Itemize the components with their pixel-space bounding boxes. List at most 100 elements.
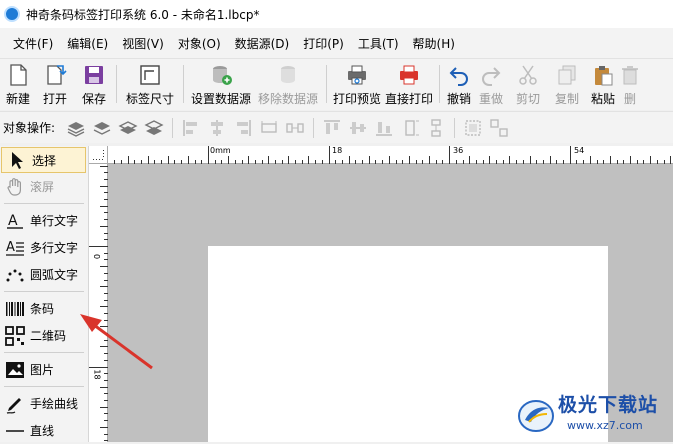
tool-select-label: 选择 bbox=[32, 153, 57, 168]
tool-multi-line-text[interactable]: A 多行文字 bbox=[0, 234, 88, 261]
set-datasource-button[interactable]: 设置数据源 bbox=[188, 59, 254, 109]
distribute-vertical-icon[interactable] bbox=[426, 118, 446, 138]
label-size-icon bbox=[140, 65, 160, 85]
menu-object[interactable]: 对象(O) bbox=[171, 35, 228, 52]
ruler-corner bbox=[89, 146, 108, 164]
menu-edit[interactable]: 编辑(E) bbox=[60, 35, 115, 52]
menu-tools[interactable]: 工具(T) bbox=[351, 35, 406, 52]
paste-icon bbox=[595, 66, 613, 86]
toolbar-divider bbox=[116, 65, 117, 103]
align-middle-icon[interactable] bbox=[348, 118, 368, 138]
watermark-name: 极光下载站 bbox=[558, 394, 659, 416]
arc-text-icon bbox=[6, 269, 24, 281]
remove-datasource-label: 移除数据源 bbox=[257, 92, 318, 106]
app-logo-icon bbox=[4, 6, 20, 22]
save-label: 保存 bbox=[81, 92, 106, 106]
hand-icon bbox=[7, 177, 21, 196]
align-bottom-icon[interactable] bbox=[374, 118, 394, 138]
align-top-icon[interactable] bbox=[322, 118, 342, 138]
same-width-icon[interactable] bbox=[259, 118, 279, 138]
redo-label: 重做 bbox=[478, 92, 503, 106]
annotation-arrow bbox=[80, 314, 153, 370]
menu-help[interactable]: 帮助(H) bbox=[406, 35, 462, 52]
toolbar-divider bbox=[439, 65, 440, 103]
distribute-horizontal-icon[interactable] bbox=[285, 118, 305, 138]
toolbar-divider bbox=[183, 65, 184, 103]
tool-single-line-text-label: 单行文字 bbox=[30, 214, 79, 228]
object-operations-bar: 对象操作: bbox=[0, 111, 673, 143]
new-file-icon bbox=[10, 64, 27, 86]
align-right-icon[interactable] bbox=[233, 118, 253, 138]
objbar-divider bbox=[454, 117, 456, 138]
tool-freehand[interactable]: 手绘曲线 bbox=[0, 390, 88, 417]
undo-label: 撤销 bbox=[446, 92, 471, 106]
align-left-icon[interactable] bbox=[181, 118, 201, 138]
tool-select[interactable]: 选择 bbox=[1, 147, 86, 173]
ruler-horizontal: 0mm 18 36 54 bbox=[108, 146, 673, 164]
remove-datasource-button[interactable]: 移除数据源 bbox=[254, 59, 322, 109]
new-label: 新建 bbox=[5, 92, 30, 106]
delete-button[interactable]: 删 bbox=[620, 59, 640, 109]
ruler-label-0: 0mm bbox=[210, 146, 231, 155]
sidebar-divider bbox=[4, 291, 84, 292]
tool-sidebar: 选择 滚屏 A 单行文字 A 多行文字 圆弧文字 条码 二维码 图片 手绘曲线 … bbox=[0, 146, 89, 442]
menu-file[interactable]: 文件(F) bbox=[6, 35, 60, 52]
bring-to-front-icon[interactable] bbox=[66, 118, 86, 138]
save-button[interactable]: 保存 bbox=[76, 59, 112, 109]
watermark: 极光下载站 www.xz7.com bbox=[515, 388, 673, 442]
tool-arc-text[interactable]: 圆弧文字 bbox=[0, 261, 88, 288]
image-icon bbox=[6, 361, 24, 378]
new-button[interactable]: 新建 bbox=[2, 59, 34, 109]
align-center-icon[interactable] bbox=[207, 118, 227, 138]
send-to-back-icon[interactable] bbox=[144, 118, 164, 138]
tool-freehand-label: 手绘曲线 bbox=[30, 397, 79, 411]
ungroup-icon[interactable] bbox=[489, 118, 509, 138]
delete-label: 删 bbox=[623, 92, 636, 106]
open-button[interactable]: 打开 bbox=[34, 59, 76, 109]
tool-scroll[interactable]: 滚屏 bbox=[0, 173, 88, 200]
tool-single-line-text[interactable]: A 单行文字 bbox=[0, 207, 88, 234]
paste-label: 粘贴 bbox=[590, 92, 615, 106]
menu-view[interactable]: 视图(V) bbox=[115, 35, 171, 52]
tool-qrcode-label: 二维码 bbox=[30, 329, 67, 343]
svg-text:A: A bbox=[6, 240, 15, 255]
sidebar-divider bbox=[4, 386, 84, 387]
ruler-label-36: 36 bbox=[453, 146, 464, 155]
group-icon[interactable] bbox=[463, 118, 483, 138]
same-height-icon[interactable] bbox=[400, 118, 420, 138]
title-bar: 神奇条码标签打印系统 6.0 - 未命名1.lbcp* bbox=[0, 0, 673, 28]
main-toolbar: 新建 打开 保存 标签尺寸 设置数据源 移除数据源 打印预览 直接打印 撤销 重… bbox=[0, 58, 673, 110]
tool-image-label: 图片 bbox=[30, 363, 55, 377]
menu-datasource[interactable]: 数据源(D) bbox=[228, 35, 297, 52]
objbar-divider bbox=[313, 117, 315, 138]
menu-bar: 文件(F) 编辑(E) 视图(V) 对象(O) 数据源(D) 打印(P) 工具(… bbox=[0, 28, 673, 58]
copy-button[interactable]: 复制 bbox=[548, 59, 586, 109]
menu-print[interactable]: 打印(P) bbox=[296, 35, 351, 52]
open-label: 打开 bbox=[42, 92, 67, 106]
redo-button[interactable]: 重做 bbox=[474, 59, 508, 109]
objbar-divider bbox=[172, 117, 174, 138]
cut-button[interactable]: 剪切 bbox=[508, 59, 548, 109]
direct-print-button[interactable]: 直接打印 bbox=[383, 59, 435, 109]
send-backward-icon[interactable] bbox=[118, 118, 138, 138]
pen-icon bbox=[6, 397, 21, 414]
toolbar-divider bbox=[326, 65, 327, 103]
label-size-button[interactable]: 标签尺寸 bbox=[121, 59, 179, 109]
cursor-arrow-icon bbox=[12, 152, 23, 169]
copy-icon bbox=[558, 65, 576, 85]
tool-line[interactable]: 直线 bbox=[0, 417, 88, 444]
database-remove-icon bbox=[281, 66, 295, 83]
qrcode-icon bbox=[5, 325, 25, 346]
bring-forward-icon[interactable] bbox=[92, 118, 112, 138]
print-preview-button[interactable]: 打印预览 bbox=[331, 59, 383, 109]
database-icon bbox=[213, 66, 232, 85]
undo-button[interactable]: 撤销 bbox=[444, 59, 474, 109]
print-preview-label: 打印预览 bbox=[332, 92, 381, 106]
direct-print-label: 直接打印 bbox=[384, 92, 433, 106]
ruler-horizontal-ticks bbox=[114, 146, 671, 164]
barcode-icon bbox=[6, 301, 24, 316]
tool-multi-line-text-label: 多行文字 bbox=[30, 241, 79, 255]
watermark-url: www.xz7.com bbox=[567, 419, 643, 432]
paste-button[interactable]: 粘贴 bbox=[586, 59, 620, 109]
object-operations-label: 对象操作: bbox=[3, 121, 56, 135]
